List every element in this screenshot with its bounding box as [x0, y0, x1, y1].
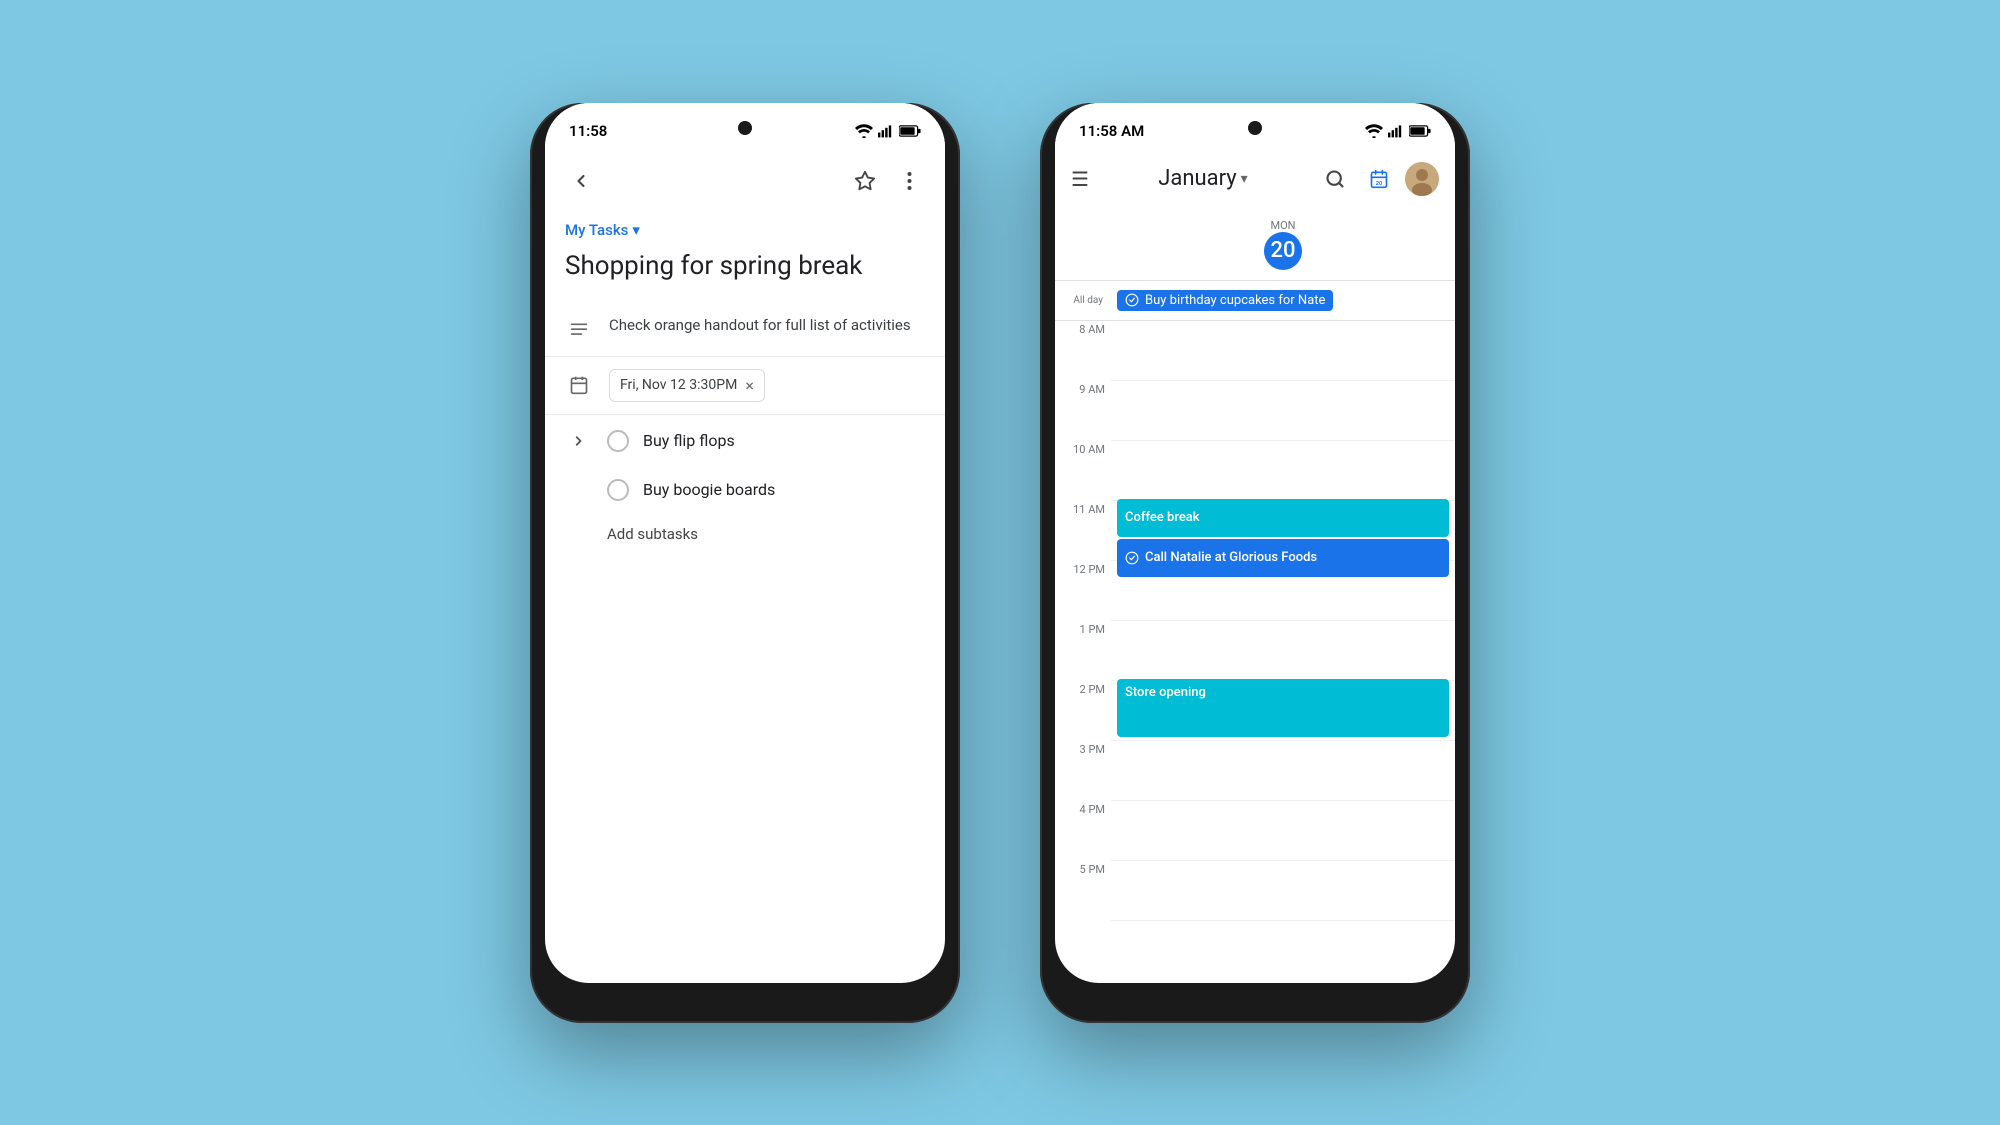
- search-button[interactable]: [1317, 161, 1353, 197]
- time-3pm: 3 PM: [1055, 741, 1111, 801]
- signal-icon: [878, 124, 894, 138]
- month-label: January: [1158, 166, 1236, 191]
- camera-dot: [738, 121, 752, 135]
- day-name: Mon: [1270, 219, 1295, 232]
- more-button[interactable]: [889, 161, 929, 201]
- call-natalie-label: Call Natalie at Glorious Foods: [1145, 550, 1317, 565]
- all-day-event-1[interactable]: Buy birthday cupcakes for Nate: [1117, 290, 1333, 311]
- signal-icon-2: [1388, 124, 1404, 138]
- time-grid: Coffee break Call Natalie at Glorious Fo…: [1111, 321, 1455, 921]
- date-header: Mon 20: [1111, 209, 1455, 281]
- menu-icon[interactable]: ☰: [1071, 167, 1089, 191]
- hour-8: [1111, 321, 1455, 381]
- time-gutter: All day 8 AM 9 AM 10 AM 11 AM 12 PM 1 PM…: [1055, 209, 1111, 983]
- subtask-row-2: Buy boogie boards: [565, 467, 925, 513]
- breadcrumb: My Tasks ▾: [545, 213, 945, 243]
- date-chip-close[interactable]: ×: [745, 376, 754, 395]
- time-8am: 8 AM: [1055, 321, 1111, 381]
- battery-icon-2: [1409, 125, 1431, 137]
- task-check-icon: [1125, 293, 1139, 307]
- task-title: Shopping for spring break: [545, 243, 945, 298]
- time-1pm: 1 PM: [1055, 621, 1111, 681]
- store-opening-event[interactable]: Store opening: [1117, 679, 1449, 737]
- hour-3: [1111, 741, 1455, 801]
- allday-label: All day: [1055, 281, 1111, 321]
- month-title: January ▾: [1158, 166, 1247, 191]
- status-icons-2: [1365, 124, 1431, 138]
- user-avatar[interactable]: [1405, 162, 1439, 196]
- phone-calendar: 11:58 AM: [1040, 103, 1470, 1023]
- status-time: 11:58: [569, 122, 607, 140]
- svg-text:20: 20: [1376, 180, 1382, 186]
- hour-5: [1111, 861, 1455, 921]
- time-12pm: 12 PM: [1055, 561, 1111, 621]
- notes-row: Check orange handout for full list of ac…: [565, 302, 925, 356]
- hour-9: [1111, 381, 1455, 441]
- star-button[interactable]: [845, 161, 885, 201]
- back-button[interactable]: [561, 161, 601, 201]
- battery-icon: [899, 125, 921, 137]
- hour-1: [1111, 621, 1455, 681]
- phone-tasks: 11:58: [530, 103, 960, 1023]
- subtask-indent-icon: [565, 427, 593, 455]
- subtask-2-label: Buy boogie boards: [643, 480, 775, 499]
- task-check-icon-2: [1125, 551, 1139, 565]
- coffee-break-label: Coffee break: [1125, 510, 1200, 525]
- day-num: 20: [1264, 232, 1302, 270]
- time-9am: 9 AM: [1055, 381, 1111, 441]
- time-11am: 11 AM: [1055, 501, 1111, 561]
- subtask-row-1: Buy flip flops: [565, 415, 925, 467]
- date-header-gutter: [1055, 209, 1111, 281]
- hour-4: [1111, 801, 1455, 861]
- all-day-event-1-label: Buy birthday cupcakes for Nate: [1145, 293, 1325, 308]
- time-10am: 10 AM: [1055, 441, 1111, 501]
- time-5pm: 5 PM: [1055, 861, 1111, 921]
- date-chip[interactable]: Fri, Nov 12 3:30PM ×: [609, 369, 765, 402]
- subtask-2-checkbox[interactable]: [607, 479, 629, 501]
- right-icons: [845, 161, 929, 201]
- hour-10: [1111, 441, 1455, 501]
- tasks-toolbar: [545, 153, 945, 213]
- add-subtasks-button[interactable]: Add subtasks: [565, 513, 925, 555]
- coffee-break-event[interactable]: Coffee break: [1117, 499, 1449, 537]
- wifi-icon-2: [1365, 124, 1383, 138]
- time-2pm: 2 PM: [1055, 681, 1111, 741]
- today-button[interactable]: 20: [1361, 161, 1397, 197]
- notes-text: Check orange handout for full list of ac…: [609, 314, 911, 337]
- month-arrow: ▾: [1241, 171, 1248, 187]
- wifi-icon: [855, 124, 873, 138]
- status-icons: [855, 124, 921, 138]
- call-natalie-event[interactable]: Call Natalie at Glorious Foods: [1117, 539, 1449, 577]
- calendar-app: All day 8 AM 9 AM 10 AM 11 AM 12 PM 1 PM…: [1055, 209, 1455, 983]
- calendar-right-icons: 20: [1317, 161, 1439, 197]
- status-time-2: 11:58 AM: [1079, 122, 1144, 140]
- time-4pm: 4 PM: [1055, 801, 1111, 861]
- calendar-toolbar: ☰ January ▾ 2: [1055, 153, 1455, 209]
- subtask-1-label: Buy flip flops: [643, 431, 735, 450]
- tasks-content: Check orange handout for full list of ac…: [545, 298, 945, 983]
- store-opening-label: Store opening: [1125, 685, 1206, 700]
- camera-dot-2: [1248, 121, 1262, 135]
- events-column: Mon 20 Buy birthday cupcakes for Nate: [1111, 209, 1455, 983]
- date-chip-text: Fri, Nov 12 3:30PM: [620, 377, 737, 393]
- my-tasks-label[interactable]: My Tasks ▾: [565, 221, 925, 239]
- date-row: Fri, Nov 12 3:30PM ×: [565, 357, 925, 414]
- all-day-events-area: Buy birthday cupcakes for Nate: [1111, 281, 1455, 321]
- subtask-1-checkbox[interactable]: [607, 430, 629, 452]
- notes-icon: [565, 316, 593, 344]
- calendar-icon: [565, 371, 593, 399]
